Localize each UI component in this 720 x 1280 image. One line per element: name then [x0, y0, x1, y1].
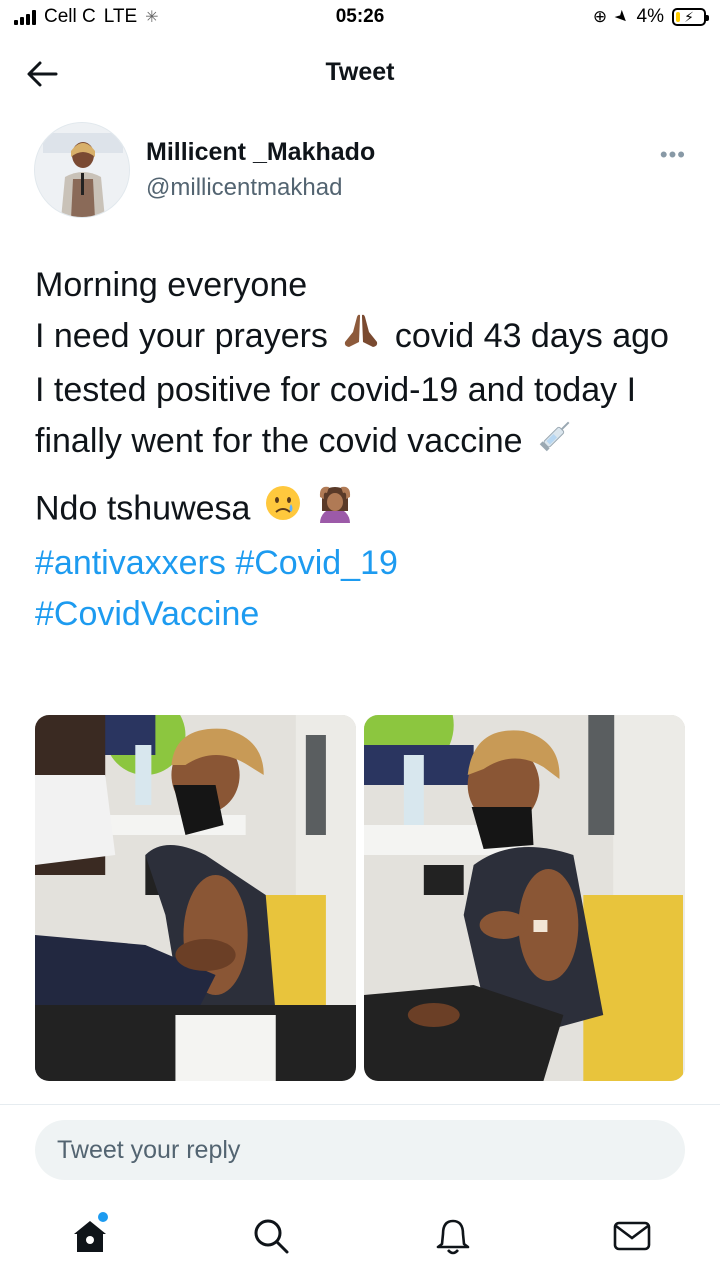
- tweet-author: Millicent _Makhado @millicentmakhad •••: [34, 122, 694, 222]
- praying-hands-emoji-icon: [341, 312, 381, 365]
- location-icon: ➤: [610, 6, 633, 29]
- bottom-tab-bar: [0, 1198, 720, 1280]
- tab-home[interactable]: [62, 1208, 118, 1264]
- hashtag-link[interactable]: #CovidVaccine: [35, 595, 259, 633]
- hashtag-line: #CovidVaccine: [35, 589, 685, 640]
- reply-input[interactable]: [35, 1120, 685, 1180]
- status-bar: Cell C LTE ✳ 05:26 ⊕ ➤ 4% ⚡: [0, 0, 720, 36]
- orientation-lock-icon: ⊕: [592, 7, 608, 26]
- tweet-media: [35, 715, 685, 1081]
- hashtag-link[interactable]: #Covid_19: [235, 544, 398, 582]
- tweet-line: I need your prayers covid 43 days ago I …: [35, 311, 685, 469]
- battery-percent: 4%: [636, 6, 664, 27]
- hashtag-link[interactable]: #antivaxxers: [35, 544, 226, 582]
- tweet-text-part: I need your prayers: [35, 317, 328, 355]
- tweet-line: Morning everyone: [35, 266, 308, 304]
- tab-search[interactable]: [243, 1208, 299, 1264]
- crying-face-emoji-icon: [264, 484, 302, 537]
- unread-dot: [98, 1212, 108, 1222]
- search-icon: [254, 1219, 289, 1254]
- tweet-line: Ndo tshuwesa: [35, 483, 685, 539]
- tab-notifications[interactable]: [425, 1208, 481, 1264]
- battery-icon: ⚡: [672, 8, 709, 26]
- tweet-photo[interactable]: [364, 715, 685, 1081]
- home-icon: [74, 1221, 106, 1252]
- tab-messages[interactable]: [604, 1208, 660, 1264]
- messages-icon: [613, 1221, 651, 1251]
- hashtag-line: #antivaxxers #Covid_19: [35, 538, 685, 589]
- woman-gesturing-ok-emoji-icon: [315, 483, 355, 539]
- author-handle[interactable]: @millicentmakhad: [146, 174, 342, 202]
- avatar[interactable]: [34, 122, 130, 218]
- author-name[interactable]: Millicent _Makhado: [146, 138, 375, 167]
- tweet-text: Morning everyone I need your prayers cov…: [35, 260, 685, 640]
- divider: [0, 1104, 720, 1105]
- more-options-icon[interactable]: •••: [660, 142, 686, 168]
- status-right: ⊕ ➤ 4% ⚡: [592, 6, 709, 29]
- notifications-icon: [436, 1219, 470, 1255]
- tweet-photo[interactable]: [35, 715, 356, 1081]
- syringe-emoji-icon: [536, 416, 576, 469]
- page-title: Tweet: [325, 58, 395, 86]
- tweet-text-part: Ndo tshuwesa: [35, 489, 251, 528]
- top-nav: Tweet: [0, 40, 720, 108]
